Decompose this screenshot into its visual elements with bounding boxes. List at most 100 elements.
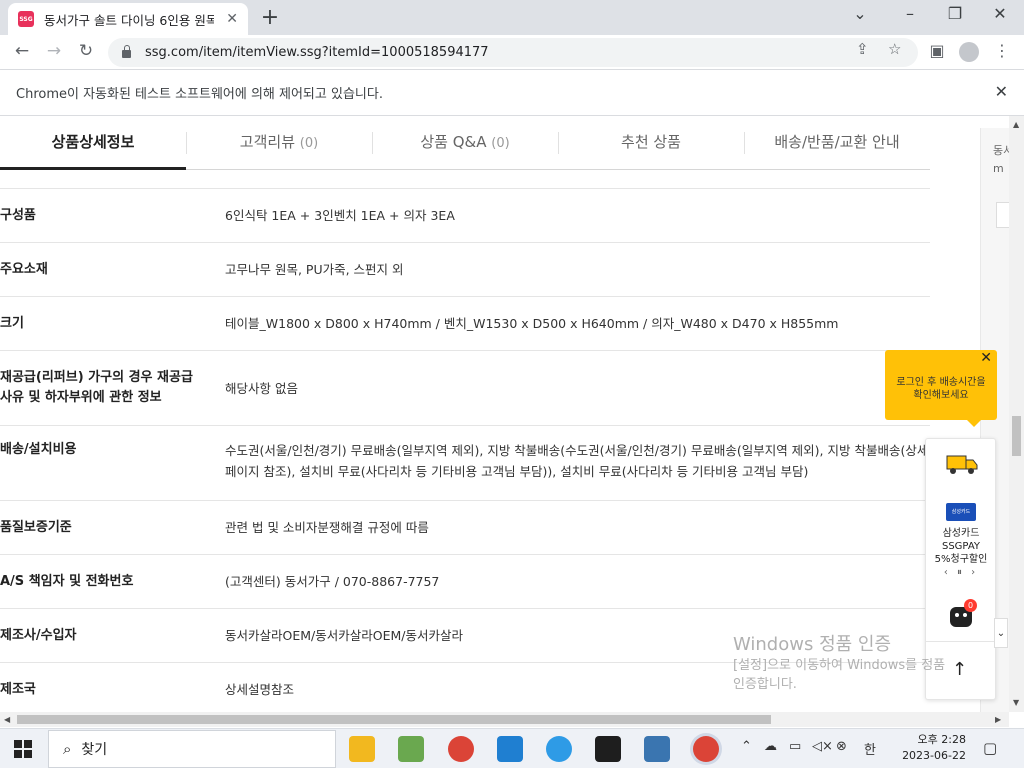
maps-app-icon[interactable]: [398, 736, 424, 762]
windows-taskbar: ⌕ 찾기 ⌃ ☁ ▭ ◁× ⊗ 한 오후 2:28 2023-06-22 ▢: [0, 728, 1024, 768]
rail-button[interactable]: [996, 202, 1009, 228]
blocked-icon[interactable]: ⊗: [836, 739, 847, 754]
tab-label: 배송/반품/교환 안내: [774, 133, 900, 151]
spec-value: 관련 법 및 소비자분쟁해결 규정에 따름: [225, 520, 429, 535]
search-icon: ⌕: [63, 740, 72, 758]
tray-chevron-up-icon[interactable]: ⌃: [741, 739, 752, 754]
profile-avatar[interactable]: [957, 42, 981, 66]
close-tab-icon[interactable]: ✕: [226, 11, 238, 27]
notification-icon[interactable]: ▢: [983, 739, 997, 757]
back-icon[interactable]: ←: [10, 41, 34, 61]
new-tab-icon[interactable]: +: [258, 5, 282, 30]
infobar-message: Chrome이 자동화된 테스트 소프트웨어에 의해 제어되고 있습니다.: [16, 87, 383, 102]
tab-qna[interactable]: 상품 Q&A (0): [372, 128, 558, 169]
restore-icon[interactable]: ❐: [940, 4, 970, 23]
spec-key: 주요소재: [0, 261, 48, 277]
spec-value: 테이블_W1800 x D800 x H740mm / 벤치_W1530 x D…: [225, 316, 839, 331]
spec-key: 구성품: [0, 207, 36, 223]
chevron-down-icon[interactable]: ⌄: [994, 618, 1008, 648]
spec-key: 배송/설치비용: [0, 442, 77, 457]
spec-row-delivery: 배송/설치비용 수도권(서울/인천/경기) 무료배송(일부지역 제외), 지방 …: [0, 426, 930, 501]
spec-value: 6인식탁 1EA + 3인벤치 1EA + 의자 3EA: [225, 208, 455, 223]
spec-row-as-contact: A/S 책임자 및 전화번호 (고객센터) 동서가구 / 070-8867-77…: [0, 555, 930, 609]
login-delivery-tooltip: ✕ 로그인 후 배송시간을 확인해보세요: [885, 350, 997, 427]
browser-tab[interactable]: SSG 동서가구 솔트 다이닝 6인용 원목 ✕: [8, 3, 248, 35]
tab-recommended[interactable]: 추천 상품: [558, 128, 744, 169]
spec-row-material: 주요소재 고무나무 원목, PU가죽, 스펀지 외: [0, 243, 930, 297]
vertical-scroll-thumb[interactable]: [1012, 416, 1021, 456]
ssg-favicon-icon: SSG: [18, 11, 34, 27]
python-icon[interactable]: [644, 736, 670, 762]
chrome-icon[interactable]: [448, 736, 474, 762]
scroll-left-arrow-icon[interactable]: ◀: [4, 715, 10, 724]
tab-search-chevron-icon[interactable]: ⌄: [845, 4, 875, 23]
reload-icon[interactable]: ↻: [74, 41, 98, 61]
product-tabs: 상품상세정보 고객리뷰 (0) 상품 Q&A (0) 추천 상품 배송/반품/교…: [0, 128, 930, 170]
windows-start-icon[interactable]: [14, 740, 32, 758]
spec-row-size: 크기 테이블_W1800 x D800 x H740mm / 벤치_W1530 …: [0, 297, 930, 351]
system-clock[interactable]: 오후 2:28 2023-06-22: [896, 732, 966, 764]
vscode-icon[interactable]: [497, 736, 523, 762]
tab-label: 추천 상품: [621, 133, 681, 151]
scroll-up-arrow-icon[interactable]: ▲: [1013, 120, 1019, 129]
avatar: [959, 42, 979, 62]
network-icon[interactable]: ▭: [789, 739, 801, 754]
spec-row-refurbish: 재공급(리퍼브) 가구의 경우 재공급 사유 및 하자부위에 관한 정보 해당사…: [0, 351, 930, 426]
spec-value: 고무나무 원목, PU가죽, 스펀지 외: [225, 262, 404, 277]
search-placeholder: 찾기: [81, 742, 108, 758]
minimize-icon[interactable]: –: [895, 4, 925, 23]
spec-value: 수도권(서울/인천/경기) 무료배송(일부지역 제외), 지방 착불배송(수도권…: [225, 443, 929, 479]
page-content: 상품상세정보 고객리뷰 (0) 상품 Q&A (0) 추천 상품 배송/반품/교…: [0, 116, 1009, 712]
scroll-down-arrow-icon[interactable]: ▼: [1013, 698, 1019, 707]
delivery-truck-icon[interactable]: [946, 453, 978, 475]
internet-explorer-icon[interactable]: [546, 736, 572, 762]
clock-time: 오후 2:28: [917, 733, 966, 746]
spec-key: 재공급(리퍼브) 가구의 경우 재공급 사유 및 하자부위에 관한 정보: [0, 370, 193, 405]
tab-label: 상품 Q&A: [420, 133, 487, 151]
close-infobar-icon[interactable]: ✕: [995, 82, 1008, 101]
scroll-to-top-icon[interactable]: ↑: [952, 659, 967, 680]
terminal-icon[interactable]: [595, 736, 621, 762]
ime-indicator[interactable]: 한: [864, 739, 876, 758]
card-promo-text[interactable]: 삼성카드 SSGPAY 5%청구할인: [926, 527, 996, 566]
onedrive-cloud-icon[interactable]: ☁: [764, 739, 777, 754]
tab-label: 고객리뷰: [239, 133, 295, 151]
bookmark-star-icon[interactable]: ☆: [888, 40, 901, 58]
close-window-icon[interactable]: ✕: [985, 4, 1015, 23]
share-icon[interactable]: ⇪: [856, 40, 869, 58]
tab-label: 상품상세정보: [51, 133, 135, 151]
close-tooltip-icon[interactable]: ✕: [980, 351, 992, 365]
lock-icon: [122, 45, 131, 58]
menu-kebab-icon[interactable]: ⋮: [990, 41, 1014, 60]
spec-row-warranty: 품질보증기준 관련 법 및 소비자분쟁해결 규정에 따름: [0, 501, 930, 555]
samsung-card-logo[interactable]: 삼성카드: [946, 503, 976, 521]
scroll-right-arrow-icon[interactable]: ▶: [995, 715, 1001, 724]
tab-strip: SSG 동서가구 솔트 다이닝 6인용 원목 ✕ + ⌄ – ❐ ✕: [0, 0, 1024, 35]
tab-title: 동서가구 솔트 다이닝 6인용 원목: [44, 12, 214, 28]
tab-shipping-returns[interactable]: 배송/반품/교환 안내: [744, 128, 930, 169]
clock-date: 2023-06-22: [902, 749, 966, 762]
tooltip-text: 로그인 후 배송시간을 확인해보세요: [896, 377, 986, 401]
tab-count: (0): [491, 136, 510, 151]
divider: [926, 641, 997, 642]
horizontal-scroll-thumb[interactable]: [17, 715, 771, 724]
spec-key: 크기: [0, 315, 24, 331]
file-explorer-icon[interactable]: [349, 736, 375, 762]
volume-muted-icon[interactable]: ◁×: [812, 739, 833, 754]
side-panel-icon[interactable]: ▣: [925, 41, 949, 60]
tab-product-details[interactable]: 상품상세정보: [0, 128, 186, 170]
taskbar-search[interactable]: ⌕ 찾기: [48, 730, 336, 768]
tab-reviews[interactable]: 고객리뷰 (0): [186, 128, 372, 169]
chrome-active-icon[interactable]: [693, 736, 719, 762]
automation-infobar: Chrome이 자동화된 테스트 소프트웨어에 의해 제어되고 있습니다. ✕: [0, 70, 1024, 116]
address-bar[interactable]: ssg.com/item/itemView.ssg?itemId=1000518…: [108, 38, 918, 67]
promo-pager[interactable]: ‹ ⏸ ›: [926, 567, 996, 578]
forward-icon[interactable]: →: [42, 41, 66, 61]
spec-key: A/S 책임자 및 전화번호: [0, 573, 134, 589]
spec-value: (고객센터) 동서가구 / 070-8867-7757: [225, 574, 440, 589]
tab-count: (0): [299, 136, 319, 151]
spec-row-components: 구성품 6인식탁 1EA + 3인벤치 1EA + 의자 3EA: [0, 189, 930, 243]
vertical-scrollbar[interactable]: ▲ ▼: [1009, 116, 1024, 712]
spec-key: 제조국: [0, 681, 36, 697]
horizontal-scrollbar[interactable]: ◀ ▶: [0, 712, 1009, 727]
